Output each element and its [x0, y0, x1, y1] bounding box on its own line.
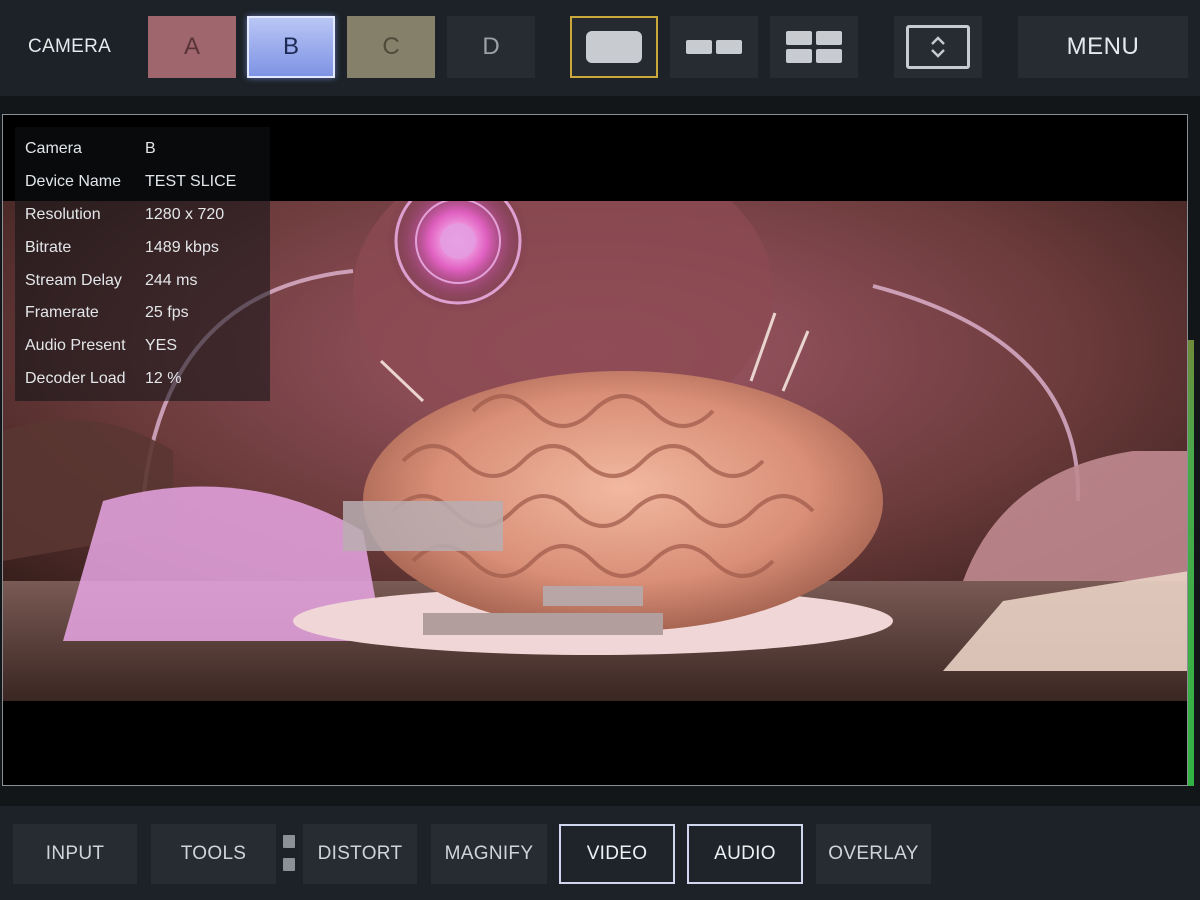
info-value: 244 ms — [145, 271, 198, 289]
info-value: TEST SLICE — [145, 173, 237, 191]
info-key: Decoder Load — [25, 369, 126, 387]
drag-handle-icon[interactable] — [283, 835, 297, 871]
audio-level-meter — [1188, 340, 1194, 786]
audio-button[interactable]: AUDIO — [687, 824, 803, 884]
info-value: YES — [145, 337, 178, 355]
info-row-bitrate: Bitrate 1489 kbps — [25, 231, 260, 264]
distort-button[interactable]: DISTORT — [303, 824, 417, 884]
bottom-toolbar: INPUT TOOLS DISTORT MAGNIFY VIDEO AUDIO … — [0, 806, 1200, 900]
single-view-icon — [586, 31, 642, 63]
layout-dual-button[interactable] — [670, 16, 758, 78]
tools-button[interactable]: TOOLS — [151, 824, 276, 884]
info-key: Framerate — [25, 304, 99, 322]
info-row-camera: Camera B — [25, 133, 260, 166]
dual-view-icon — [686, 40, 742, 54]
info-row-framerate: Framerate 25 fps — [25, 297, 260, 330]
stream-info-panel: Camera B Device Name TEST SLICE Resoluti… — [15, 127, 270, 402]
info-key: Stream Delay — [25, 271, 122, 289]
camera-d-button[interactable]: D — [447, 16, 535, 78]
info-row-audio-present: Audio Present YES — [25, 330, 260, 363]
video-button[interactable]: VIDEO — [559, 824, 675, 884]
info-value: B — [145, 140, 156, 158]
info-key: Audio Present — [25, 337, 126, 355]
layout-single-button[interactable] — [570, 16, 658, 78]
camera-c-button[interactable]: C — [347, 16, 435, 78]
info-value: 25 fps — [145, 304, 189, 322]
input-button[interactable]: INPUT — [13, 824, 137, 884]
video-viewport[interactable]: Camera B Device Name TEST SLICE Resoluti… — [2, 114, 1188, 786]
info-value: 1489 kbps — [145, 238, 219, 256]
top-bar: CAMERA A B C D MENU — [0, 0, 1200, 96]
fullscreen-button[interactable] — [894, 16, 982, 78]
info-key: Resolution — [25, 205, 101, 223]
fullscreen-toggle-icon — [906, 25, 970, 69]
magnify-button[interactable]: MAGNIFY — [431, 824, 547, 884]
layout-quad-button[interactable] — [770, 16, 858, 78]
camera-b-button[interactable]: B — [247, 16, 335, 78]
info-row-device-name: Device Name TEST SLICE — [25, 166, 260, 199]
camera-a-button[interactable]: A — [148, 16, 236, 78]
menu-button[interactable]: MENU — [1018, 16, 1188, 78]
info-key: Camera — [25, 140, 82, 158]
overlay-button[interactable]: OVERLAY — [816, 824, 931, 884]
info-value: 12 % — [145, 369, 182, 387]
info-row-resolution: Resolution 1280 x 720 — [25, 199, 260, 232]
quad-view-icon — [786, 31, 842, 63]
info-key: Bitrate — [25, 238, 72, 256]
info-row-decoder-load: Decoder Load 12 % — [25, 363, 260, 396]
camera-label: CAMERA — [28, 36, 112, 57]
info-row-stream-delay: Stream Delay 244 ms — [25, 264, 260, 297]
info-value: 1280 x 720 — [145, 205, 225, 223]
info-key: Device Name — [25, 173, 122, 191]
